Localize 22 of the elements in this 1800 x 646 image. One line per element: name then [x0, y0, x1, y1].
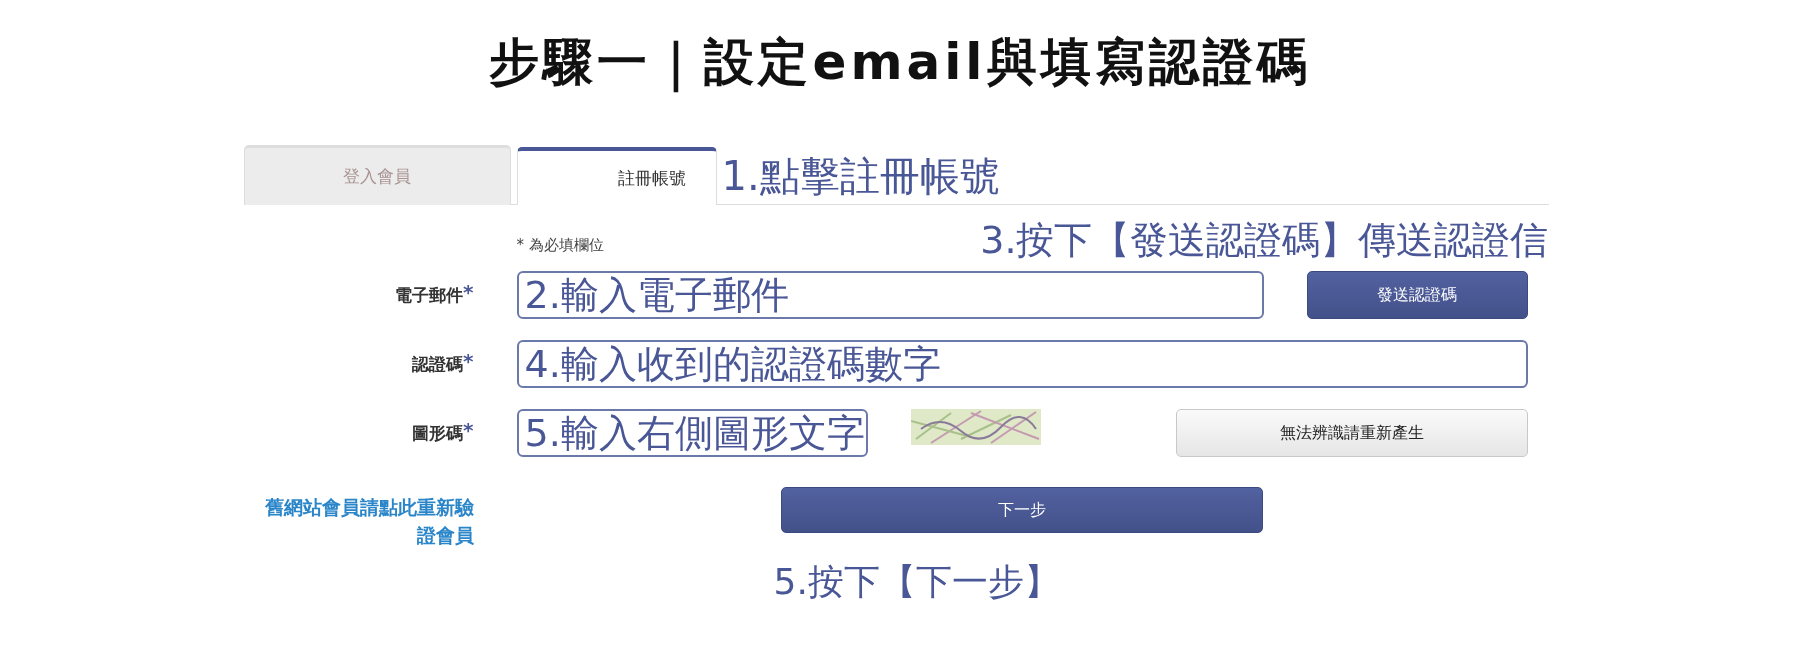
- required-note: * 為必填欄位: [516, 236, 604, 255]
- annotation-text: 4.輸入收到的認證碼數字: [524, 343, 941, 385]
- regenerate-button[interactable]: 無法辨識請重新產生: [1175, 409, 1528, 457]
- tab[interactable]: 註冊帳號: [516, 147, 717, 205]
- annotation-text: 1.點擊註冊帳號: [721, 152, 1000, 200]
- field-label: 圖形碼: [412, 421, 464, 445]
- input-field[interactable]: 4.輸入收到的認證碼數字: [516, 340, 1528, 388]
- required-mark: *: [463, 352, 474, 369]
- annotation-text: 5.按下【下一步】: [773, 560, 1061, 604]
- annotation-text: 3.按下【發送認證碼】傳送認證信: [980, 217, 1549, 263]
- next-button[interactable]: 下一步: [780, 487, 1263, 533]
- annotation-text: 2.輸入電子郵件: [524, 274, 789, 316]
- annotation-text: 5.輸入右側圖形文字: [524, 412, 865, 454]
- required-mark: *: [463, 421, 474, 438]
- field-label: 電子郵件: [395, 283, 464, 307]
- input-field[interactable]: 5.輸入右側圖形文字: [516, 409, 868, 457]
- input-field[interactable]: 2.輸入電子郵件: [516, 271, 1264, 319]
- field-label: 認證碼: [412, 352, 464, 376]
- page-title: 步驟一｜設定email與填寫認證碼: [489, 32, 1311, 94]
- required-mark: *: [463, 283, 474, 300]
- legacy-member-link[interactable]: 舊網站會員請點此重新驗證會員: [251, 493, 474, 549]
- send-code-button[interactable]: 發送認證碼: [1306, 271, 1528, 319]
